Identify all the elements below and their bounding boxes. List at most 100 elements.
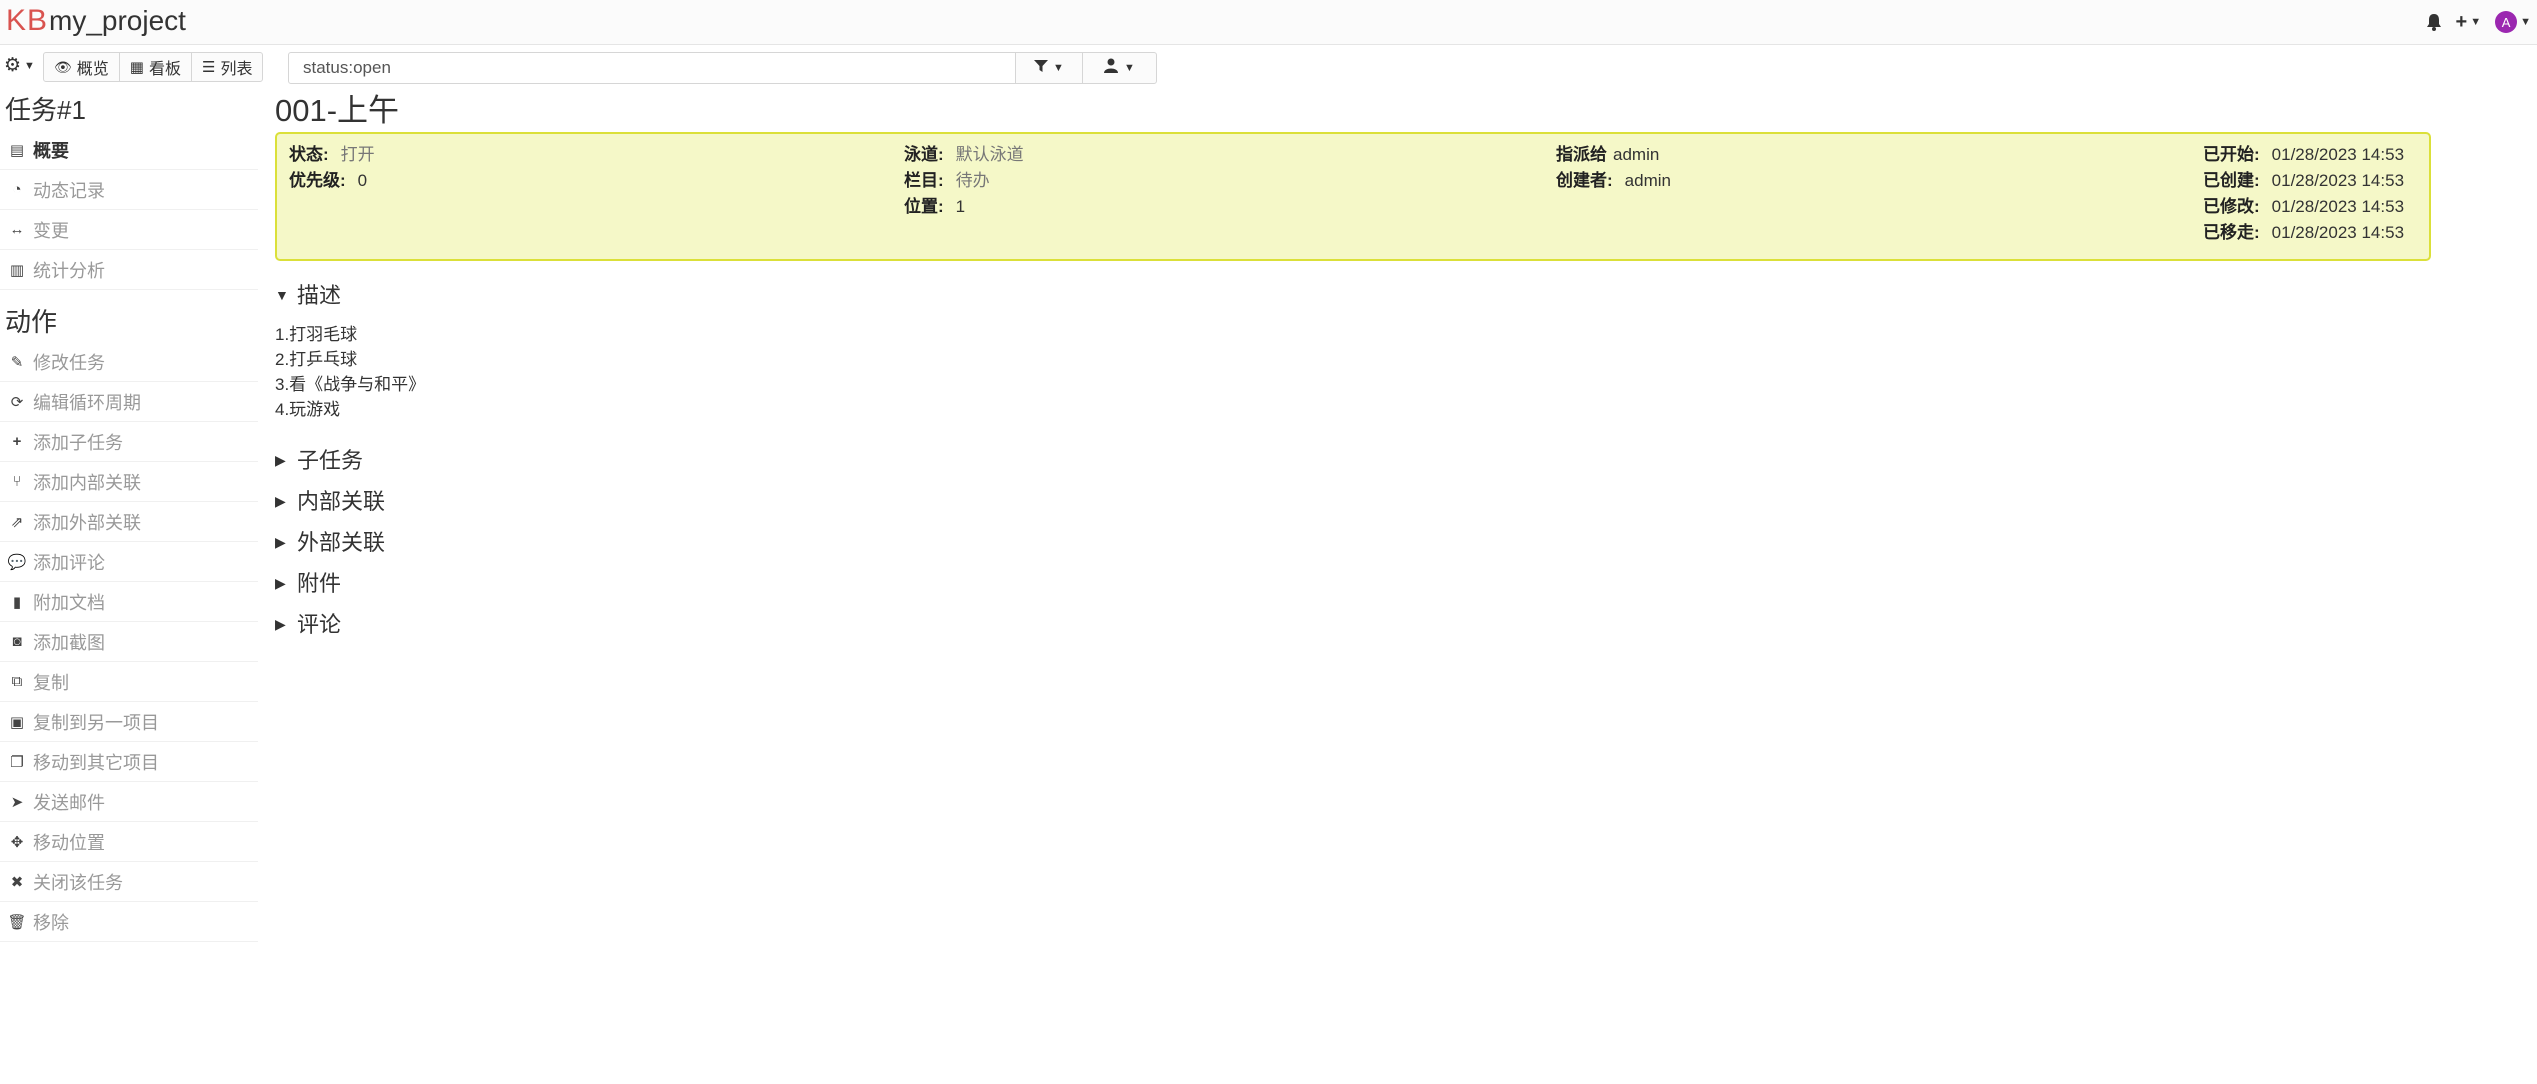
summary-value: 01/28/2023 14:53 xyxy=(2271,223,2405,242)
summary-value: 打开 xyxy=(340,145,375,164)
view-label: 看板 xyxy=(148,61,181,78)
summary-priority: 优先级: 0 xyxy=(289,168,367,194)
action-label: 添加评论 xyxy=(33,552,105,573)
action-add-internal-link[interactable]: ⑂ 添加内部关联 xyxy=(0,462,258,502)
sidebar-item-label: 统计分析 xyxy=(33,260,105,281)
caret-right-icon: ▶ xyxy=(275,534,286,550)
action-close-task[interactable]: ✖ 关闭该任务 xyxy=(0,862,258,902)
view-switcher: 👁 概览 ▦ 看板 ☰ 列表 xyxy=(43,52,264,82)
external-links-toggle[interactable]: ▶ 外部关联 xyxy=(275,522,2515,563)
sidebar: 任务#1 ▤ 概要 ◔ 动态记录 ↔ 变更 ▥ 统计分析 动作 ✎ 修改任务 ⟳… xyxy=(0,90,258,942)
chevron-down-icon: ▼ xyxy=(1053,62,1064,74)
clipboard-icon: ▣ xyxy=(9,713,25,731)
summary-value: 待办 xyxy=(955,171,990,190)
internal-links-toggle[interactable]: ▶ 内部关联 xyxy=(275,481,2515,522)
edit-icon: ✎ xyxy=(10,353,24,371)
summary-value: 01/28/2023 14:53 xyxy=(2271,197,2405,216)
chevron-down-icon: ▼ xyxy=(1124,62,1135,74)
project-title: my_project xyxy=(49,5,186,36)
view-list-button[interactable]: ☰ 列表 xyxy=(192,53,262,81)
arrows-icon: ✥ xyxy=(10,833,24,851)
view-label: 概览 xyxy=(76,61,109,78)
filter-icon xyxy=(1034,57,1049,79)
attachments-toggle[interactable]: ▶ 附件 xyxy=(275,563,2515,604)
sidebar-item-analytics[interactable]: ▥ 统计分析 xyxy=(0,250,258,290)
bar-chart-icon: ▥ xyxy=(9,261,25,279)
summary-value: 0 xyxy=(357,171,368,190)
action-duplicate-to-project[interactable]: ▣ 复制到另一项目 xyxy=(0,702,258,742)
summary-label: 泳道: xyxy=(904,145,944,164)
copy-icon: ⧉ xyxy=(11,673,23,690)
action-label: 修改任务 xyxy=(33,352,105,373)
refresh-icon: ⟳ xyxy=(10,393,24,411)
search-input[interactable] xyxy=(288,52,1016,84)
clone-icon: ❐ xyxy=(10,753,24,771)
action-move-to-project[interactable]: ❐ 移动到其它项目 xyxy=(0,742,258,782)
logo[interactable]: KB xyxy=(6,4,48,38)
action-label: 移除 xyxy=(33,912,69,933)
sidebar-actions-title: 动作 xyxy=(5,307,58,337)
sidebar-item-label: 概要 xyxy=(33,140,69,161)
description-line: 4.玩游戏 xyxy=(275,400,341,419)
eye-icon: 👁 xyxy=(54,58,72,75)
top-header: KB my_project + ▼ A ▼ xyxy=(0,0,2537,45)
gear-icon: ⚙ xyxy=(4,55,22,76)
view-label: 列表 xyxy=(220,61,253,78)
project-settings-dropdown[interactable]: ⚙ ▼ xyxy=(4,54,35,77)
task-summary-box: 状态: 打开 优先级: 0 泳道: 默认泳道 栏目: 待办 位置: 1 指派给 … xyxy=(275,132,2431,261)
action-label: 添加内部关联 xyxy=(33,472,141,493)
action-label: 发送邮件 xyxy=(33,792,105,813)
action-move-position[interactable]: ✥ 移动位置 xyxy=(0,822,258,862)
sidebar-item-label: 变更 xyxy=(33,220,69,241)
summary-label: 已开始: xyxy=(2203,145,2260,164)
caret-right-icon: ▶ xyxy=(275,575,286,591)
action-add-screenshot[interactable]: ◙ 添加截图 xyxy=(0,622,258,662)
external-link-icon: ⇗ xyxy=(10,513,24,531)
view-overview-button[interactable]: 👁 概览 xyxy=(44,53,120,81)
action-add-subtask[interactable]: + 添加子任务 xyxy=(0,422,258,462)
paper-plane-icon: ➤ xyxy=(10,793,24,811)
description-line: 3.看《战争与和平》 xyxy=(275,375,426,394)
section-title: 子任务 xyxy=(297,448,364,473)
action-label: 附加文档 xyxy=(33,592,105,613)
summary-label: 位置: xyxy=(904,197,944,216)
trash-icon: 🗑 xyxy=(7,913,27,931)
chevron-down-icon: ▼ xyxy=(24,59,35,72)
user-menu[interactable]: A ▼ xyxy=(2495,11,2531,33)
summary-label: 优先级: xyxy=(289,171,346,190)
sidebar-item-transitions[interactable]: ↔ 变更 xyxy=(0,210,258,250)
subtasks-toggle[interactable]: ▶ 子任务 xyxy=(275,440,2515,481)
comments-toggle[interactable]: ▶ 评论 xyxy=(275,604,2515,645)
action-attach-document[interactable]: ▮ 附加文档 xyxy=(0,582,258,622)
summary-value: 默认泳道 xyxy=(955,145,1024,164)
view-board-button[interactable]: ▦ 看板 xyxy=(120,53,192,81)
sidebar-item-activity[interactable]: ◔ 动态记录 xyxy=(0,170,258,210)
sidebar-item-summary[interactable]: ▤ 概要 xyxy=(0,130,258,170)
newspaper-icon: ▤ xyxy=(9,141,25,159)
action-remove[interactable]: 🗑 移除 xyxy=(0,902,258,942)
main-content: 001-上午 状态: 打开 优先级: 0 泳道: 默认泳道 栏目: 待办 位置:… xyxy=(275,90,2515,645)
action-send-email[interactable]: ➤ 发送邮件 xyxy=(0,782,258,822)
bell-icon[interactable] xyxy=(2426,13,2442,31)
plus-menu[interactable]: + ▼ xyxy=(2456,11,2482,34)
action-label: 添加子任务 xyxy=(33,432,123,453)
summary-value: admin xyxy=(1613,145,1660,164)
user-filter-dropdown-button[interactable]: ▼ xyxy=(1082,52,1157,84)
description-toggle[interactable]: ▼ 描述 xyxy=(275,275,2515,316)
section-title: 附件 xyxy=(297,571,342,596)
action-label: 复制到另一项目 xyxy=(33,712,159,733)
section-title: 外部关联 xyxy=(297,530,386,555)
caret-down-icon: ▼ xyxy=(275,287,289,303)
summary-modified: 已修改: 01/28/2023 14:53 xyxy=(2203,194,2404,220)
action-duplicate[interactable]: ⧉ 复制 xyxy=(0,662,258,702)
summary-moved: 已移走: 01/28/2023 14:53 xyxy=(2203,220,2404,246)
summary-created: 已创建: 01/28/2023 14:53 xyxy=(2203,168,2404,194)
filter-dropdown-button[interactable]: ▼ xyxy=(1015,52,1083,84)
action-edit-task[interactable]: ✎ 修改任务 xyxy=(0,342,258,382)
action-add-comment[interactable]: 💬 添加评论 xyxy=(0,542,258,582)
plus-icon: + xyxy=(12,433,22,450)
section-title: 评论 xyxy=(297,612,342,637)
action-add-external-link[interactable]: ⇗ 添加外部关联 xyxy=(0,502,258,542)
action-edit-recurrence[interactable]: ⟳ 编辑循环周期 xyxy=(0,382,258,422)
chevron-down-icon: ▼ xyxy=(2470,16,2482,28)
